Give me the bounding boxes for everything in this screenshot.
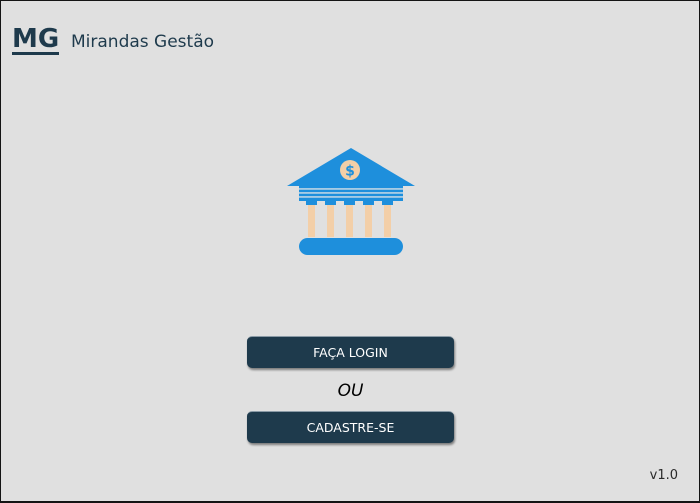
logo-text: MG <box>12 24 60 54</box>
bank-column <box>308 205 315 237</box>
coin-symbol: $ <box>345 164 355 180</box>
bank-column <box>365 205 372 237</box>
version-label: v1.0 <box>649 468 678 483</box>
app-window: MG Mirandas Gestão $ FAÇA LOGIN OU CADAS… <box>1 1 699 501</box>
login-button[interactable]: FAÇA LOGIN <box>247 336 454 368</box>
logo: MG <box>12 24 60 57</box>
or-separator: OU <box>337 381 364 401</box>
bank-column <box>327 205 334 237</box>
app-header: MG Mirandas Gestão <box>12 24 215 57</box>
logo-underline <box>12 52 59 55</box>
bank-column <box>346 205 353 237</box>
bank-base <box>299 238 403 255</box>
bank-icon: $ <box>287 148 415 255</box>
register-button[interactable]: CADASTRE-SE <box>247 411 454 443</box>
bank-column <box>384 205 391 237</box>
app-title: Mirandas Gestão <box>71 32 215 52</box>
